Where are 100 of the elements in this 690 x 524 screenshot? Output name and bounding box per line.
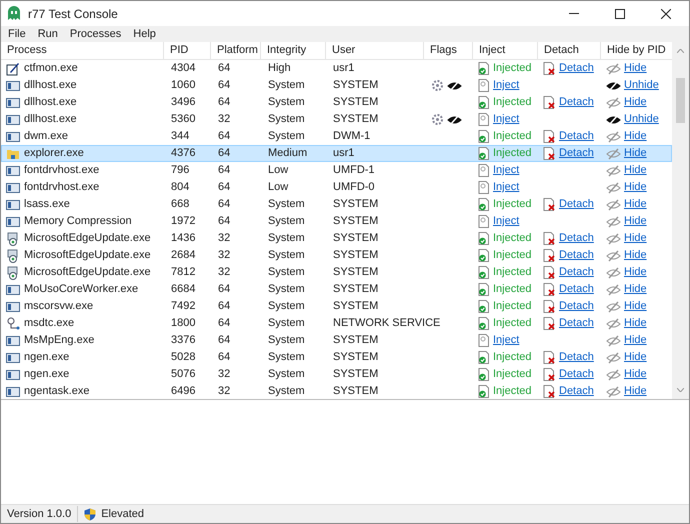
detach-link[interactable]: Detach — [559, 94, 594, 111]
menu-item[interactable]: Processes — [64, 26, 128, 42]
detach-link[interactable]: Detach — [559, 366, 594, 383]
process-name: MoUsoCoreWorker.exe — [24, 282, 138, 298]
table-row[interactable]: Memory Compression 1972 64 System SYSTEM Inject Hide — [1, 213, 672, 230]
hide-link[interactable]: Hide — [624, 315, 647, 332]
detach-link[interactable]: Detach — [559, 315, 594, 332]
hide-link[interactable]: Hide — [624, 264, 647, 281]
table-row[interactable]: mscorsvw.exe 7492 64 System SYSTEM Injected Detach Hide — [1, 298, 672, 315]
process-name: ngen.exe — [24, 367, 70, 382]
table-row[interactable]: MsMpEng.exe 3376 64 System SYSTEM Inject Hide — [1, 332, 672, 349]
hide-link[interactable]: Hide — [624, 383, 647, 399]
window-icon — [6, 78, 20, 92]
hide-link[interactable]: Hide — [624, 196, 647, 213]
window-icon — [6, 130, 20, 144]
detach-link[interactable]: Detach — [559, 298, 594, 315]
table-cell-text: 64 — [218, 197, 230, 212]
inject-link[interactable]: Inject — [493, 162, 520, 179]
menu-item[interactable]: Run — [32, 26, 64, 42]
document-check-icon — [478, 62, 490, 75]
process-name: MicrosoftEdgeUpdate.exe — [24, 231, 151, 246]
eye-slash-icon — [606, 198, 621, 210]
table-row[interactable]: MoUsoCoreWorker.exe 6684 64 System SYSTEM Injected Detach Hide — [1, 281, 672, 298]
hide-link[interactable]: Hide — [624, 213, 647, 230]
hide-link[interactable]: Hide — [624, 298, 647, 315]
window-icon — [6, 96, 20, 110]
hide-link[interactable]: Hide — [624, 145, 647, 162]
detach-link[interactable]: Detach — [559, 128, 594, 145]
table-row[interactable]: lsass.exe 668 64 System SYSTEM Injected Detach Hide — [1, 196, 672, 213]
process-name: Memory Compression — [24, 214, 132, 230]
hide-link[interactable]: Hide — [624, 128, 647, 145]
table-row[interactable]: fontdrvhost.exe 796 64 Low UMFD-1 Inject Hide — [1, 162, 672, 179]
process-name: mscorsvw.exe — [24, 299, 94, 314]
hide-link[interactable]: Hide — [624, 230, 647, 247]
window-icon — [6, 368, 20, 382]
column-header[interactable]: Inject — [473, 42, 538, 59]
column-header[interactable]: PID — [164, 42, 211, 59]
menu-item[interactable]: Help — [127, 26, 162, 42]
detach-link[interactable]: Detach — [559, 145, 594, 162]
table-cell-text: Low — [268, 163, 288, 178]
hide-link[interactable]: Hide — [624, 94, 647, 111]
unhide-link[interactable]: Unhide — [624, 111, 659, 128]
hide-link[interactable]: Hide — [624, 162, 647, 179]
table-row[interactable]: ctfmon.exe 4304 64 High usr1 Injected Detach Hide — [1, 60, 672, 77]
document-cross-icon — [543, 62, 556, 75]
column-header[interactable]: Flags — [424, 42, 473, 59]
table-row[interactable]: dllhost.exe 1060 64 System SYSTEM Inject Unhide — [1, 77, 672, 94]
hide-link[interactable]: Hide — [624, 281, 647, 298]
hide-link[interactable]: Hide — [624, 179, 647, 196]
document-cross-icon — [543, 266, 556, 279]
detach-link[interactable]: Detach — [559, 264, 594, 281]
detach-link[interactable]: Detach — [559, 230, 594, 247]
column-header[interactable]: Integrity — [261, 42, 326, 59]
table-row[interactable]: dllhost.exe 5360 32 System SYSTEM Inject Unhide — [1, 111, 672, 128]
window-icon — [6, 384, 20, 398]
elevated-label: Elevated — [101, 506, 144, 522]
hide-link[interactable]: Hide — [624, 332, 647, 349]
inject-link[interactable]: Inject — [493, 111, 520, 128]
unhide-link[interactable]: Unhide — [624, 77, 659, 94]
inject-link[interactable]: Inject — [493, 77, 520, 94]
detach-link[interactable]: Detach — [559, 383, 594, 399]
detach-link[interactable]: Detach — [559, 196, 594, 213]
detach-link[interactable]: Detach — [559, 349, 594, 366]
document-cross-icon — [543, 198, 556, 211]
detach-link[interactable]: Detach — [559, 247, 594, 264]
inject-link[interactable]: Inject — [493, 213, 520, 230]
menu-item[interactable]: File — [2, 26, 32, 42]
table-row[interactable]: fontdrvhost.exe 804 64 Low UMFD-0 Inject Hide — [1, 179, 672, 196]
table-row[interactable]: dwm.exe 344 64 System DWM-1 Injected Detach Hide — [1, 128, 672, 145]
table-row[interactable]: msdtc.exe 1800 64 System NETWORK SERVICE Injected Detach Hide — [1, 315, 672, 332]
detach-link[interactable]: Detach — [559, 281, 594, 298]
table-cell-text: 668 — [171, 197, 190, 212]
table-cell-text: 6684 — [171, 282, 196, 298]
hide-link[interactable]: Hide — [624, 349, 647, 366]
table-row[interactable]: ngen.exe 5028 64 System SYSTEM Injected Detach Hide — [1, 349, 672, 366]
inject-link[interactable]: Inject — [493, 332, 520, 349]
hide-link[interactable]: Hide — [624, 366, 647, 383]
column-header[interactable]: User — [326, 42, 424, 59]
hide-link[interactable]: Hide — [624, 60, 647, 77]
scrollbar[interactable] — [672, 42, 689, 399]
hidden-eye-icon — [606, 80, 621, 92]
table-row[interactable]: ngentask.exe 6496 32 System SYSTEM Injected Detach Hide — [1, 383, 672, 399]
detach-link[interactable]: Detach — [559, 60, 594, 77]
table-row[interactable]: MicrosoftEdgeUpdate.exe 7812 32 System SYSTEM Injected Detach Hide — [1, 264, 672, 281]
table-cell-text: System — [268, 299, 305, 314]
table-row[interactable]: MicrosoftEdgeUpdate.exe 2684 32 System SYSTEM Injected Detach Hide — [1, 247, 672, 264]
hide-link[interactable]: Hide — [624, 247, 647, 264]
scrollbar-thumb[interactable] — [676, 78, 685, 123]
column-header[interactable]: Platform — [211, 42, 261, 59]
eye-slash-icon — [606, 318, 621, 330]
table-row[interactable]: dllhost.exe 3496 64 System SYSTEM Injected Detach Hide — [1, 94, 672, 111]
table-cell-text: 64 — [218, 282, 230, 298]
table-row[interactable]: ngen.exe 5076 32 System SYSTEM Injected Detach Hide — [1, 366, 672, 383]
table-row[interactable]: explorer.exe 4376 64 Medium usr1 Injected Detach Hide — [1, 145, 672, 162]
column-header[interactable]: Detach — [538, 42, 601, 59]
eye-slash-icon — [606, 130, 621, 142]
table-row[interactable]: MicrosoftEdgeUpdate.exe 1436 32 System SYSTEM Injected Detach Hide — [1, 230, 672, 247]
column-header[interactable]: Process — [1, 42, 164, 59]
inject-link[interactable]: Inject — [493, 179, 520, 196]
table-cell-text: 64 — [218, 78, 230, 94]
